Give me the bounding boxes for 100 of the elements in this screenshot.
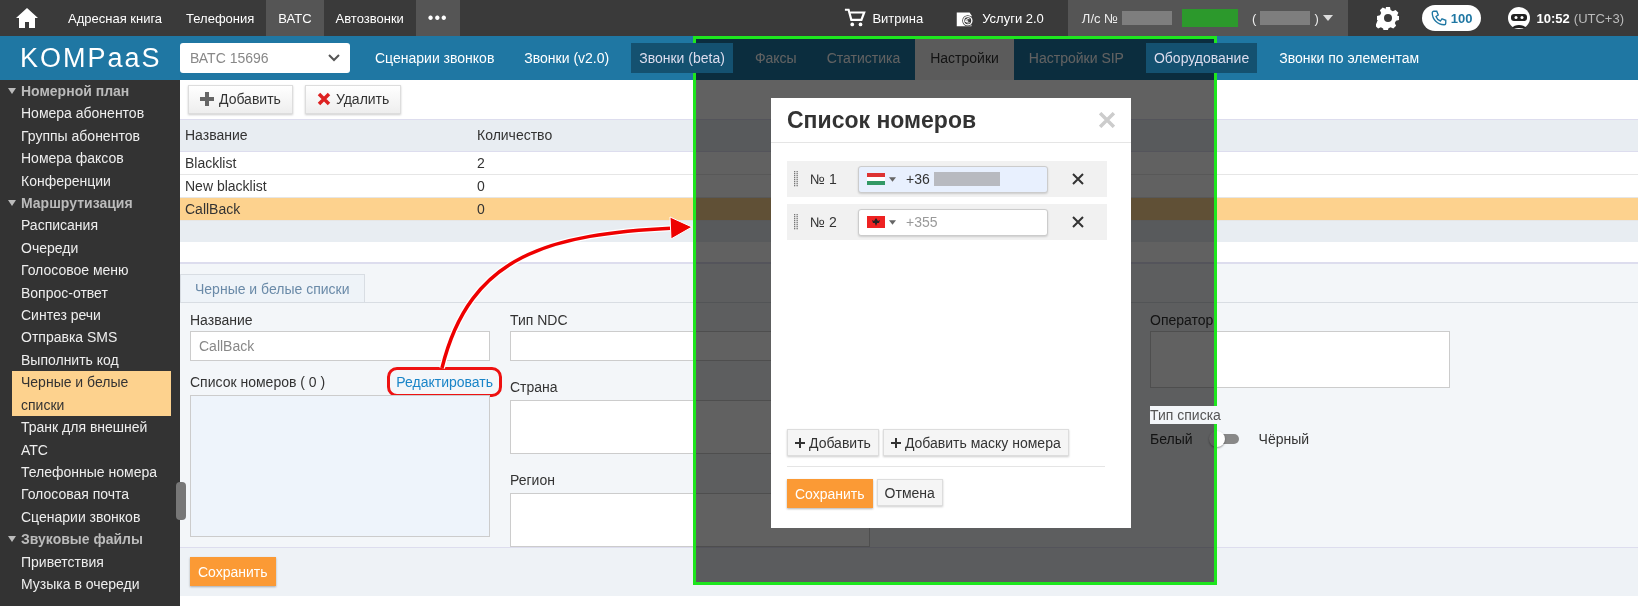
shop-link[interactable]: Витрина <box>837 6 930 30</box>
drag-handle-icon[interactable] <box>794 170 798 188</box>
redacted-block <box>1260 11 1311 25</box>
caret-icon <box>889 176 896 182</box>
home-icon[interactable] <box>14 6 40 30</box>
plus-icon <box>795 437 805 448</box>
nav-tab[interactable]: Звонки (beta) <box>631 43 733 73</box>
top-nav-tab[interactable]: Телефония <box>174 0 267 36</box>
more-button[interactable]: ••• <box>415 0 460 36</box>
sidebar-item[interactable]: Группы абонентов <box>0 124 171 148</box>
nav-tab[interactable]: Звонки (v2.0) <box>509 36 625 80</box>
name-field[interactable]: CallBack <box>190 330 490 361</box>
flag-icon <box>867 216 885 228</box>
sidebar-group-title[interactable]: Номерной план <box>0 80 180 103</box>
triangle-down-icon <box>8 88 16 95</box>
list-type-toggle[interactable] <box>1212 433 1239 444</box>
avatar-icon[interactable] <box>1506 6 1531 30</box>
numbers-list-field[interactable] <box>190 394 490 537</box>
sidebar-item[interactable]: Транк для внешней АТС <box>0 416 171 461</box>
sidebar-item[interactable]: Вопрос-ответ <box>0 281 171 305</box>
calls-count: 100 <box>1450 10 1473 26</box>
chevron-down-icon <box>328 54 340 62</box>
caret-icon <box>889 219 896 225</box>
nav-tab[interactable]: Оборудование <box>1145 43 1258 73</box>
sidebar-item[interactable]: Голосовая почта <box>0 483 171 506</box>
edit-link[interactable]: Редактировать <box>396 373 493 390</box>
logo[interactable]: KOMPaaS <box>0 42 160 74</box>
triangle-down-icon <box>8 200 16 207</box>
triangle-down-icon <box>8 536 16 543</box>
top-nav-tab[interactable]: Автозвонки <box>323 0 416 36</box>
delete-button[interactable]: Удалить <box>304 84 402 114</box>
paren-text: ( <box>1252 10 1257 26</box>
sidebar-item[interactable]: Расписания <box>0 214 171 237</box>
sidebar-item[interactable]: Музыка в очереди <box>0 572 171 596</box>
caret-icon <box>1322 15 1333 21</box>
sidebar-item[interactable]: Голосовое меню <box>0 259 171 282</box>
timezone-label: (UTC+3) <box>1573 10 1624 26</box>
settings-icon[interactable] <box>1375 6 1400 30</box>
operator-field[interactable] <box>1150 330 1450 388</box>
sidebar-item[interactable]: Конференции <box>0 169 171 193</box>
field-label: Список номеров ( 0 ) <box>190 372 326 391</box>
account-menu[interactable]: Л/с № ( ) <box>1067 0 1348 36</box>
remove-icon[interactable] <box>1072 216 1084 228</box>
phone-input[interactable]: +355 <box>906 214 996 230</box>
column-header: Название <box>185 127 249 144</box>
table-cell-text: New blacklist <box>185 177 268 194</box>
sidebar-group-title[interactable]: Звуковые файлы <box>0 528 180 551</box>
phone-field[interactable]: +36 <box>858 165 1048 193</box>
add-button[interactable]: Добавить <box>787 429 879 456</box>
flag-icon <box>867 173 885 185</box>
top-nav-tab[interactable]: Адресная книга <box>56 0 175 36</box>
x-mark-icon <box>316 92 331 107</box>
redacted-block <box>1182 9 1239 27</box>
services-link[interactable]: Услуги 2.0 <box>947 6 1050 30</box>
redacted-block <box>1122 11 1173 25</box>
field-label: Оператор <box>1150 310 1215 329</box>
sidebar-item[interactable]: Номера факсов <box>0 147 171 170</box>
plus-icon <box>890 437 901 448</box>
sidebar-item[interactable]: Телефонные номера <box>0 460 171 484</box>
sidebar-item[interactable]: Сценарии звонков <box>0 505 171 529</box>
sidebar-item[interactable]: Приветствия <box>0 550 171 573</box>
modal-title: Список номеров <box>787 106 977 134</box>
account-label: Л/с № <box>1081 10 1119 26</box>
sidebar-item[interactable]: Очереди <box>0 236 171 260</box>
table-cell-text: 0 <box>477 177 486 194</box>
top-nav-tab[interactable]: ВАТС <box>266 0 324 36</box>
sidebar-item[interactable]: Выполнить код <box>0 348 171 372</box>
field-label: Регион <box>510 470 556 489</box>
clock-time: 10:52 <box>1536 10 1570 26</box>
cancel-button[interactable]: Отмена <box>876 479 943 506</box>
phone-field[interactable]: +355 <box>858 208 1048 236</box>
table-cell-text: CallBack <box>185 201 242 218</box>
table-cell-text: Blacklist <box>185 154 238 171</box>
column-header: Количество <box>477 127 554 144</box>
phone-icon <box>1429 9 1448 27</box>
field-label: Тип списка <box>1150 405 1221 424</box>
option-label: Белый <box>1150 429 1193 448</box>
sidebar-item[interactable]: Синтез речи <box>0 304 171 327</box>
redacted-block <box>933 172 1000 186</box>
option-label: Чёрный <box>1258 429 1310 448</box>
add-button[interactable]: Добавить <box>188 84 293 114</box>
sidebar-item[interactable]: Номера абонентов <box>0 102 171 125</box>
pbx-select[interactable]: ВАТС 15696 <box>180 43 350 73</box>
field-label: Тип NDC <box>510 310 569 329</box>
table-cell-text: 2 <box>477 154 486 171</box>
remove-icon[interactable] <box>1072 173 1084 185</box>
plus-icon <box>200 92 214 107</box>
drag-handle-icon[interactable] <box>794 213 798 231</box>
calls-badge[interactable]: 100 <box>1421 5 1481 31</box>
nav-tab[interactable]: Звонки по элементам <box>1264 36 1435 80</box>
sidebar-item[interactable]: Отправка SMS <box>0 326 171 349</box>
field-label: Страна <box>510 377 559 396</box>
paren-text: ) <box>1314 10 1319 26</box>
table-cell-text: 0 <box>477 201 486 218</box>
sidebar-item[interactable]: Черные и белые списки <box>12 371 171 417</box>
nav-tab[interactable]: Сценарии звонков <box>360 36 510 80</box>
collapse-handle[interactable] <box>176 482 186 520</box>
add-mask-button[interactable]: Добавить маску номера <box>882 429 1069 456</box>
field-label: Название <box>190 310 254 329</box>
sidebar-group-title[interactable]: Маршрутизация <box>0 192 180 215</box>
